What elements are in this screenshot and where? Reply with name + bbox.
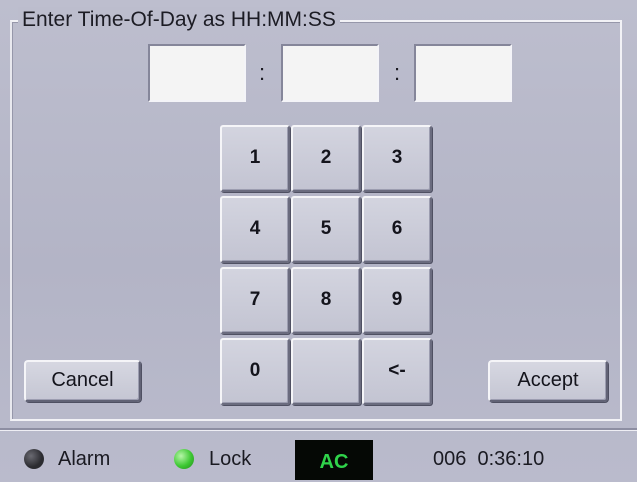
separator-colon: : <box>258 60 266 85</box>
backspace-key[interactable]: <- <box>362 338 432 405</box>
accept-button[interactable]: Accept <box>488 360 608 402</box>
key-0[interactable]: 0 <box>220 338 290 405</box>
status-bar: Alarm Lock AC 006 0:36:10 <box>0 428 637 482</box>
key-5[interactable]: 5 <box>291 196 361 263</box>
hours-field[interactable] <box>148 44 246 102</box>
alarm-indicator-icon <box>24 449 44 469</box>
lock-indicator-icon <box>174 449 194 469</box>
time-entry-screen: Enter Time-Of-Day as HH:MM:SS : : 1 2 3 … <box>0 0 637 482</box>
record-counter: 006 <box>433 448 467 470</box>
status-time-readout: 006 0:36:10 <box>433 446 544 472</box>
key-6[interactable]: 6 <box>362 196 432 263</box>
key-9[interactable]: 9 <box>362 267 432 334</box>
seconds-field[interactable] <box>414 44 512 102</box>
key-7[interactable]: 7 <box>220 267 290 334</box>
key-1[interactable]: 1 <box>220 125 290 192</box>
mode-indicator: AC <box>295 440 373 480</box>
separator-colon: : <box>393 60 401 85</box>
key-4[interactable]: 4 <box>220 196 290 263</box>
key-3[interactable]: 3 <box>362 125 432 192</box>
group-title: Enter Time-Of-Day as HH:MM:SS <box>18 7 340 33</box>
cancel-button[interactable]: Cancel <box>24 360 141 402</box>
key-blank[interactable] <box>291 338 361 405</box>
clock-readout: 0:36:10 <box>477 448 545 470</box>
key-2[interactable]: 2 <box>291 125 361 192</box>
minutes-field[interactable] <box>281 44 379 102</box>
alarm-label: Alarm <box>58 448 111 470</box>
key-8[interactable]: 8 <box>291 267 361 334</box>
lock-label: Lock <box>209 448 252 470</box>
